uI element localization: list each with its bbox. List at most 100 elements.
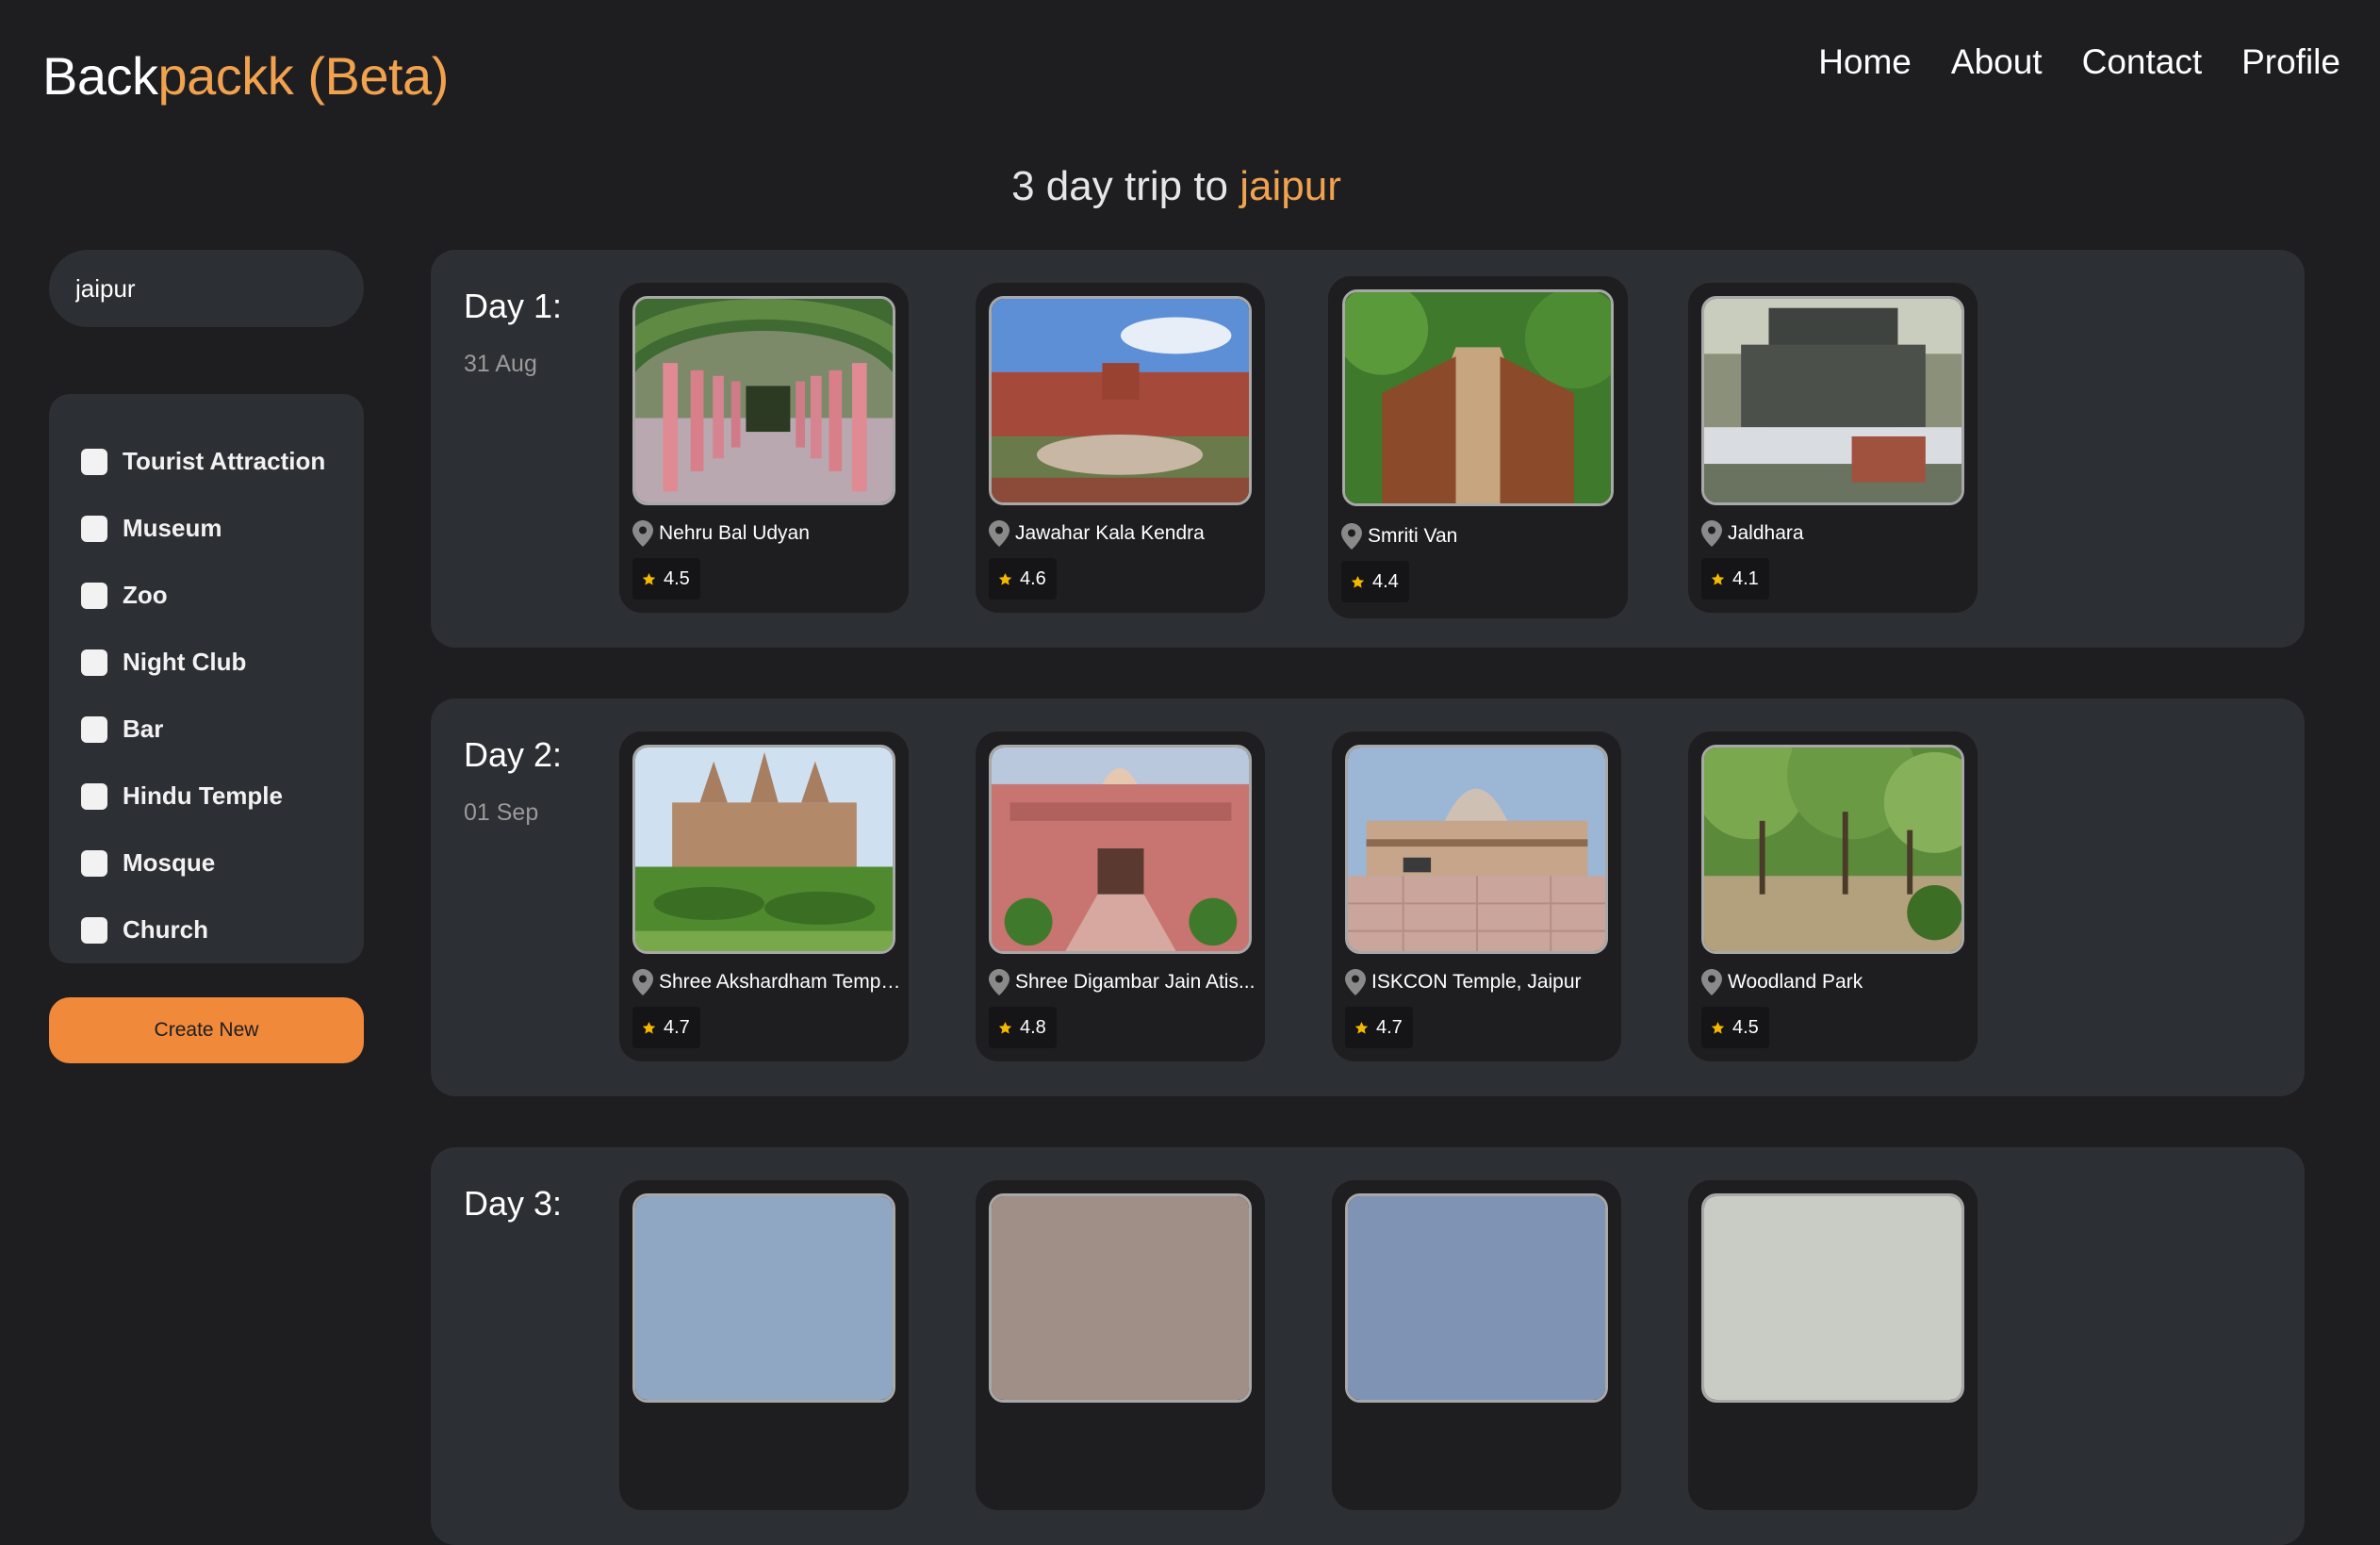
- rating-badge: 4.6: [989, 558, 1057, 600]
- filter-night-club[interactable]: Night Club: [49, 629, 364, 696]
- nav-about-link[interactable]: About: [1951, 38, 2043, 87]
- rating-badge: 4.4: [1341, 561, 1409, 602]
- rating-value: 4.1: [1732, 567, 1759, 589]
- filter-museum[interactable]: Museum: [49, 495, 364, 562]
- rating-badge: 4.7: [632, 1007, 700, 1048]
- filter-hindu-temple[interactable]: Hindu Temple: [49, 763, 364, 830]
- filter-zoo[interactable]: Zoo: [49, 562, 364, 629]
- filter-checkbox[interactable]: [81, 849, 107, 877]
- place-photo: [1342, 289, 1614, 506]
- filter-label: Museum: [123, 514, 222, 542]
- trip-heading-city: jaipur: [1239, 163, 1341, 209]
- place-photo: [1701, 1193, 1964, 1403]
- star-icon: [642, 572, 656, 586]
- place-photo: [1345, 745, 1608, 954]
- location-pin-icon: [1341, 523, 1362, 550]
- logo-text-primary: Back: [42, 46, 158, 106]
- filter-checkbox[interactable]: [81, 715, 107, 743]
- star-icon: [1711, 572, 1725, 586]
- day-title: Day 1:: [464, 287, 563, 325]
- rating-value: 4.5: [664, 567, 690, 589]
- place-photo: [1701, 745, 1964, 954]
- filter-checkbox[interactable]: [81, 582, 107, 609]
- rating-badge: 4.7: [1345, 1007, 1413, 1048]
- place-name-row: Nehru Bal Udyan: [632, 520, 901, 547]
- logo-text-accent: packk (Beta): [157, 46, 450, 106]
- filter-checkbox[interactable]: [81, 515, 107, 542]
- rating-value: 4.7: [1376, 1016, 1403, 1038]
- place-photo: [989, 745, 1252, 954]
- star-icon: [998, 572, 1012, 586]
- place-card[interactable]: Shree Digambar Jain Atis... 4.8: [976, 731, 1265, 1061]
- location-pin-icon: [632, 520, 653, 547]
- place-card[interactable]: ISKCON Temple, Jaipur 4.7: [1332, 731, 1621, 1061]
- star-icon: [1351, 575, 1365, 589]
- place-name-row: Shree Digambar Jain Atis...: [989, 969, 1257, 995]
- place-card[interactable]: Woodland Park 4.5: [1688, 731, 1978, 1061]
- filter-checkbox[interactable]: [81, 649, 107, 676]
- place-photo: [989, 1193, 1252, 1403]
- location-pin-icon: [632, 969, 653, 995]
- create-new-button[interactable]: Create New: [49, 997, 364, 1063]
- place-name: ISKCON Temple, Jaipur: [1371, 971, 1582, 993]
- category-filter-panel: Tourist Attraction Museum Zoo Night Club…: [49, 394, 364, 963]
- nav-contact-link[interactable]: Contact: [2082, 38, 2203, 87]
- city-search-input[interactable]: [49, 250, 364, 327]
- day-title: Day 3:: [464, 1184, 563, 1223]
- filter-checkbox[interactable]: [81, 916, 107, 944]
- filter-church[interactable]: Church: [49, 896, 364, 963]
- rating-value: 4.4: [1372, 570, 1399, 592]
- day-3-panel: Day 3:: [431, 1147, 2305, 1545]
- place-card[interactable]: Jawahar Kala Kendra 4.6: [976, 283, 1265, 613]
- top-nav: Home About Contact Profile: [1818, 38, 2340, 87]
- trip-heading: 3 day trip to jaipur: [0, 158, 2353, 215]
- filter-label: Hindu Temple: [123, 781, 283, 810]
- place-name: Jaldhara: [1728, 522, 1804, 544]
- filter-label: Zoo: [123, 581, 168, 609]
- place-card[interactable]: Jaldhara 4.1: [1688, 283, 1978, 613]
- filter-mosque[interactable]: Mosque: [49, 830, 364, 896]
- star-icon: [1354, 1021, 1369, 1035]
- location-pin-icon: [989, 520, 1009, 547]
- place-name: Shree Digambar Jain Atis...: [1015, 971, 1256, 993]
- day-title: Day 2:: [464, 735, 563, 774]
- day-1-panel: Day 1: 31 Aug Nehru Bal Udyan 4.5 Jawaha…: [431, 250, 2305, 648]
- filter-label: Mosque: [123, 848, 216, 877]
- place-name: Smriti Van: [1368, 525, 1458, 547]
- day-date: 31 Aug: [464, 351, 537, 377]
- location-pin-icon: [1701, 969, 1722, 995]
- place-photo: [1345, 1193, 1608, 1403]
- star-icon: [998, 1021, 1012, 1035]
- place-card[interactable]: [619, 1180, 909, 1510]
- filter-tourist-attraction[interactable]: Tourist Attraction: [49, 428, 364, 495]
- place-card[interactable]: [1332, 1180, 1621, 1510]
- nav-home-link[interactable]: Home: [1818, 38, 1912, 87]
- place-card[interactable]: Nehru Bal Udyan 4.5: [619, 283, 909, 613]
- place-card[interactable]: Shree Akshardham Templ... 4.7: [619, 731, 909, 1061]
- rating-badge: 4.5: [1701, 1007, 1769, 1048]
- rating-badge: 4.1: [1701, 558, 1769, 600]
- place-name: Jawahar Kala Kendra: [1015, 522, 1205, 544]
- star-icon: [1711, 1021, 1725, 1035]
- filter-label: Tourist Attraction: [123, 447, 326, 475]
- app-logo[interactable]: Backpackk (Beta): [42, 43, 449, 109]
- trip-heading-prefix: 3 day trip to: [1011, 163, 1240, 209]
- day-date: 01 Sep: [464, 799, 539, 826]
- rating-value: 4.5: [1732, 1016, 1759, 1038]
- place-card[interactable]: [1688, 1180, 1978, 1510]
- filter-label: Bar: [123, 715, 164, 743]
- filter-checkbox[interactable]: [81, 448, 107, 475]
- location-pin-icon: [989, 969, 1009, 995]
- place-card[interactable]: Smriti Van 4.4: [1328, 276, 1628, 618]
- nav-profile-link[interactable]: Profile: [2241, 38, 2340, 87]
- place-name-row: ISKCON Temple, Jaipur: [1345, 969, 1614, 995]
- place-name: Nehru Bal Udyan: [659, 522, 810, 544]
- place-name-row: Woodland Park: [1701, 969, 1970, 995]
- rating-value: 4.6: [1020, 567, 1046, 589]
- place-photo: [632, 1193, 895, 1403]
- filter-bar[interactable]: Bar: [49, 696, 364, 763]
- place-photo: [632, 745, 895, 954]
- location-pin-icon: [1701, 520, 1722, 547]
- place-card[interactable]: [976, 1180, 1265, 1510]
- filter-checkbox[interactable]: [81, 782, 107, 810]
